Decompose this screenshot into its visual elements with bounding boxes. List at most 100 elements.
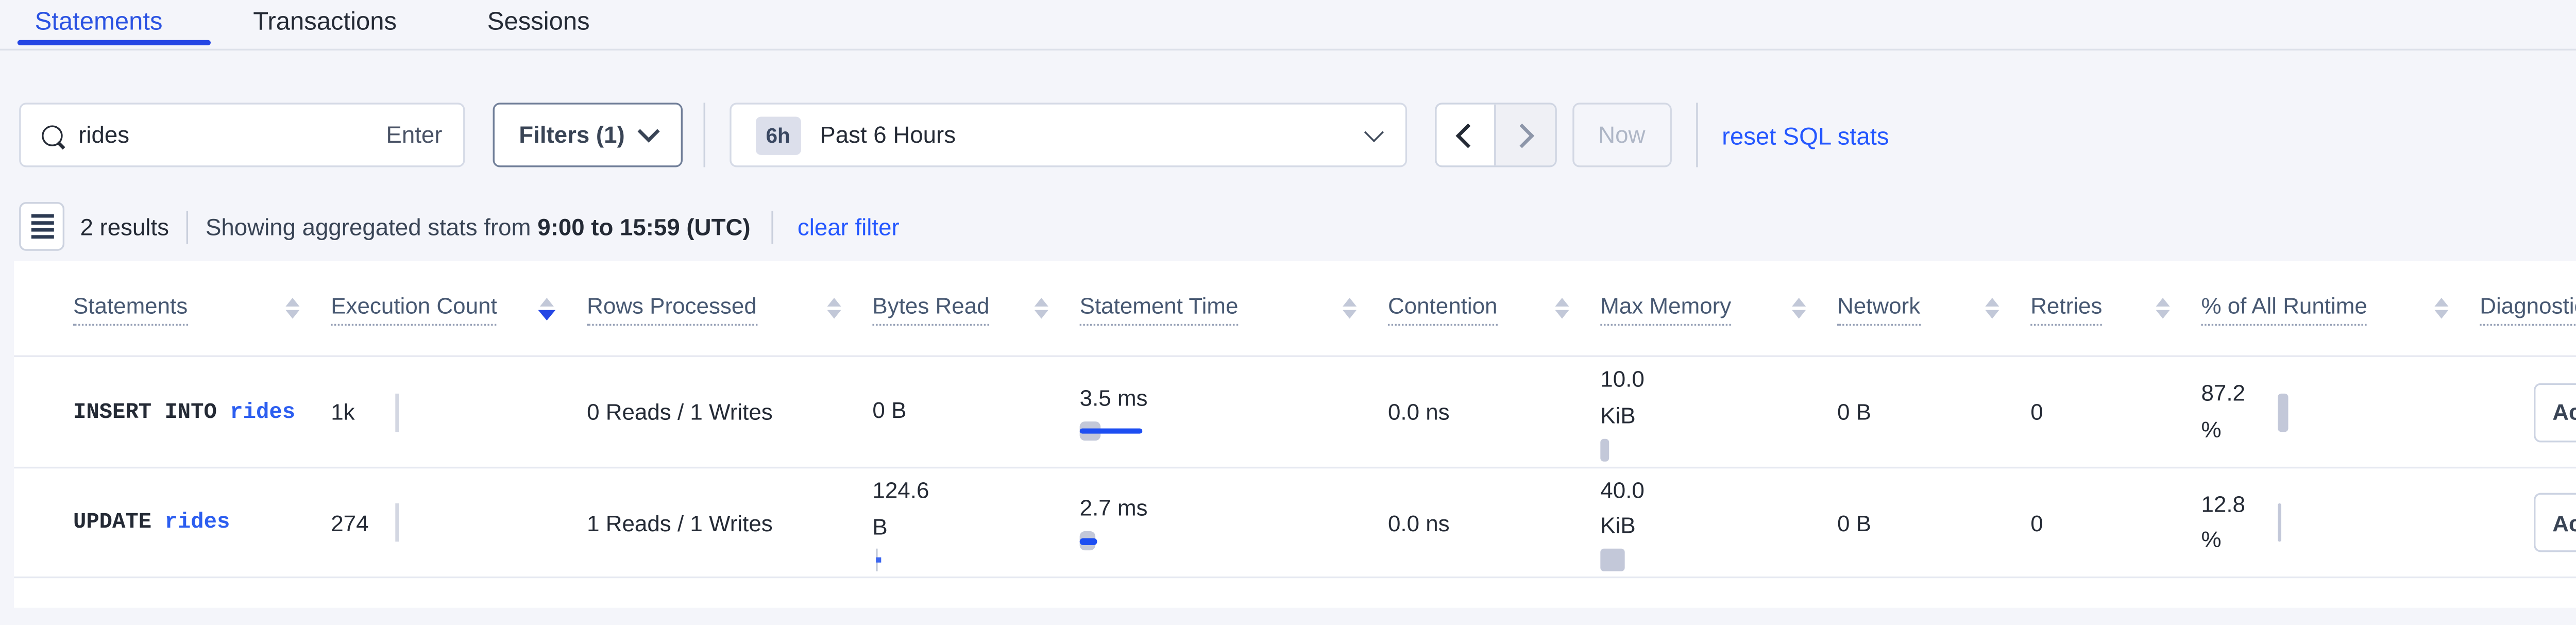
reset-sql-stats-link[interactable]: reset SQL stats xyxy=(1722,121,1889,149)
statement-text: INSERT INTO xyxy=(73,400,217,424)
tab-bar: Statements Transactions Sessions xyxy=(0,0,2576,50)
statement-cell[interactable]: UPDATE rides xyxy=(73,510,331,534)
filters-button[interactable]: Filters (1) xyxy=(493,103,683,167)
execution-count-bar xyxy=(395,393,399,431)
divider xyxy=(771,210,773,243)
pct-runtime-value: 12.8 % xyxy=(2201,487,2264,558)
results-bar: 2 results Showing aggregated stats from … xyxy=(0,202,2576,251)
statement-time-cell: 3.5 ms xyxy=(1080,384,1388,440)
column-header-diagnostics[interactable]: Diagnostics xyxy=(2480,292,2576,325)
sort-icon[interactable] xyxy=(2434,298,2448,319)
controls-row: rides Enter Filters (1) 6h Past 6 Hours … xyxy=(0,103,2576,167)
statements-table-card: Statements Execution Count Rows Processe… xyxy=(14,261,2576,608)
next-time-button[interactable] xyxy=(1496,105,1555,165)
max-memory-bar xyxy=(1600,438,1609,461)
sort-icon[interactable] xyxy=(827,298,841,319)
now-button[interactable]: Now xyxy=(1572,103,1671,167)
column-header-rows-processed[interactable]: Rows Processed xyxy=(587,292,872,325)
results-count: 2 results xyxy=(80,213,168,240)
statement-time-value: 3.5 ms xyxy=(1080,384,1388,410)
bytes-read-bar xyxy=(876,548,877,571)
column-header-max-memory[interactable]: Max Memory xyxy=(1600,292,1837,325)
sort-icon[interactable] xyxy=(2156,298,2170,319)
pct-runtime-value: 87.2 % xyxy=(2201,377,2264,447)
chevron-down-icon xyxy=(637,121,659,143)
tab-sessions[interactable]: Sessions xyxy=(487,0,590,37)
pct-runtime-cell: 87.2 % xyxy=(2201,377,2480,447)
column-header-bytes-read[interactable]: Bytes Read xyxy=(872,292,1079,325)
activate-diagnostics-button[interactable]: Activate xyxy=(2534,382,2576,442)
time-picker-label: Past 6 Hours xyxy=(820,122,1366,148)
sort-icon[interactable] xyxy=(285,298,299,319)
enter-hint: Enter xyxy=(386,122,442,148)
pct-runtime-bar xyxy=(2278,393,2288,431)
search-value[interactable]: rides xyxy=(78,122,386,148)
bytes-read-cell: 0 B xyxy=(872,394,1079,429)
search-input[interactable]: rides Enter xyxy=(19,103,465,167)
chevron-right-icon xyxy=(1510,123,1535,147)
sort-icon[interactable] xyxy=(1792,298,1806,319)
column-header-contention[interactable]: Contention xyxy=(1388,292,1600,325)
chevron-left-icon xyxy=(1455,123,1480,147)
statement-time-bar xyxy=(1080,531,1388,550)
sort-icon[interactable] xyxy=(1035,298,1048,319)
table-row: UPDATE rides 274 1 Reads / 1 Writes 124.… xyxy=(14,467,2576,578)
bytes-read-value: 124.6 B xyxy=(872,475,949,545)
sql-activity-page: Statements Transactions Sessions rides E… xyxy=(0,0,2576,625)
network-cell: 0 B xyxy=(1837,399,2030,425)
max-memory-cell: 40.0 KiB xyxy=(1600,474,1837,571)
sort-icon[interactable] xyxy=(1985,298,1999,319)
execution-count-value: 274 xyxy=(331,510,395,536)
time-pager-group xyxy=(1434,103,1556,167)
sort-icon-active-desc[interactable] xyxy=(538,297,555,319)
table-header-row: Statements Execution Count Rows Processe… xyxy=(14,261,2576,356)
execution-count-cell: 274 xyxy=(331,503,587,542)
network-cell: 0 B xyxy=(1837,510,2030,536)
diagnostics-cell: Activate xyxy=(2480,382,2576,442)
table-row: INSERT INTO rides 1k 0 Reads / 1 Writes … xyxy=(14,356,2576,467)
execution-count-value: 1k xyxy=(331,399,395,425)
column-header-retries[interactable]: Retries xyxy=(2030,292,2201,325)
pct-runtime-bar xyxy=(2278,503,2281,542)
divider xyxy=(187,210,188,243)
max-memory-cell: 10.0 KiB xyxy=(1600,363,1837,461)
retries-cell: 0 xyxy=(2030,399,2201,425)
previous-time-button[interactable] xyxy=(1436,105,1496,165)
execution-count-bar xyxy=(395,503,399,542)
max-memory-value: 40.0 KiB xyxy=(1600,474,1659,544)
divider xyxy=(1696,103,1697,167)
rows-processed-cell: 0 Reads / 1 Writes xyxy=(587,399,872,425)
divider xyxy=(703,103,705,167)
tab-transactions[interactable]: Transactions xyxy=(253,0,397,37)
sort-icon[interactable] xyxy=(1343,298,1357,319)
statement-text: UPDATE xyxy=(73,510,151,534)
clear-filter-link[interactable]: clear filter xyxy=(798,213,900,240)
statement-table-link[interactable]: rides xyxy=(230,400,295,424)
menu-icon xyxy=(30,215,53,218)
tab-statements[interactable]: Statements xyxy=(35,0,163,37)
statement-time-cell: 2.7 ms xyxy=(1080,495,1388,550)
column-header-statement-time[interactable]: Statement Time xyxy=(1080,292,1388,325)
statement-cell[interactable]: INSERT INTO rides xyxy=(73,400,331,424)
bytes-read-cell: 124.6 B xyxy=(872,475,1079,571)
chevron-down-icon xyxy=(1364,122,1383,141)
contention-cell: 0.0 ns xyxy=(1388,399,1600,425)
sort-icon[interactable] xyxy=(1555,298,1569,319)
execution-count-cell: 1k xyxy=(331,393,587,431)
aggregation-summary: Showing aggregated stats from 9:00 to 15… xyxy=(206,213,751,240)
statement-time-value: 2.7 ms xyxy=(1080,495,1388,521)
column-header-pct-of-all-runtime[interactable]: % of All Runtime xyxy=(2201,292,2480,325)
filters-label: Filters (1) xyxy=(519,122,624,148)
search-icon xyxy=(42,125,63,146)
activate-diagnostics-button[interactable]: Activate xyxy=(2534,493,2576,552)
column-header-execution-count[interactable]: Execution Count xyxy=(331,292,587,325)
time-picker-dropdown[interactable]: 6h Past 6 Hours xyxy=(729,103,1406,167)
pct-runtime-cell: 12.8 % xyxy=(2201,487,2480,558)
statement-table-link[interactable]: rides xyxy=(165,510,230,534)
column-header-statements[interactable]: Statements xyxy=(73,292,331,325)
summary-prefix: Showing aggregated stats from xyxy=(206,213,531,240)
max-memory-value: 10.0 KiB xyxy=(1600,363,1659,433)
rows-processed-cell: 1 Reads / 1 Writes xyxy=(587,510,872,536)
column-header-network[interactable]: Network xyxy=(1837,292,2030,325)
column-selector-button[interactable] xyxy=(19,202,64,251)
